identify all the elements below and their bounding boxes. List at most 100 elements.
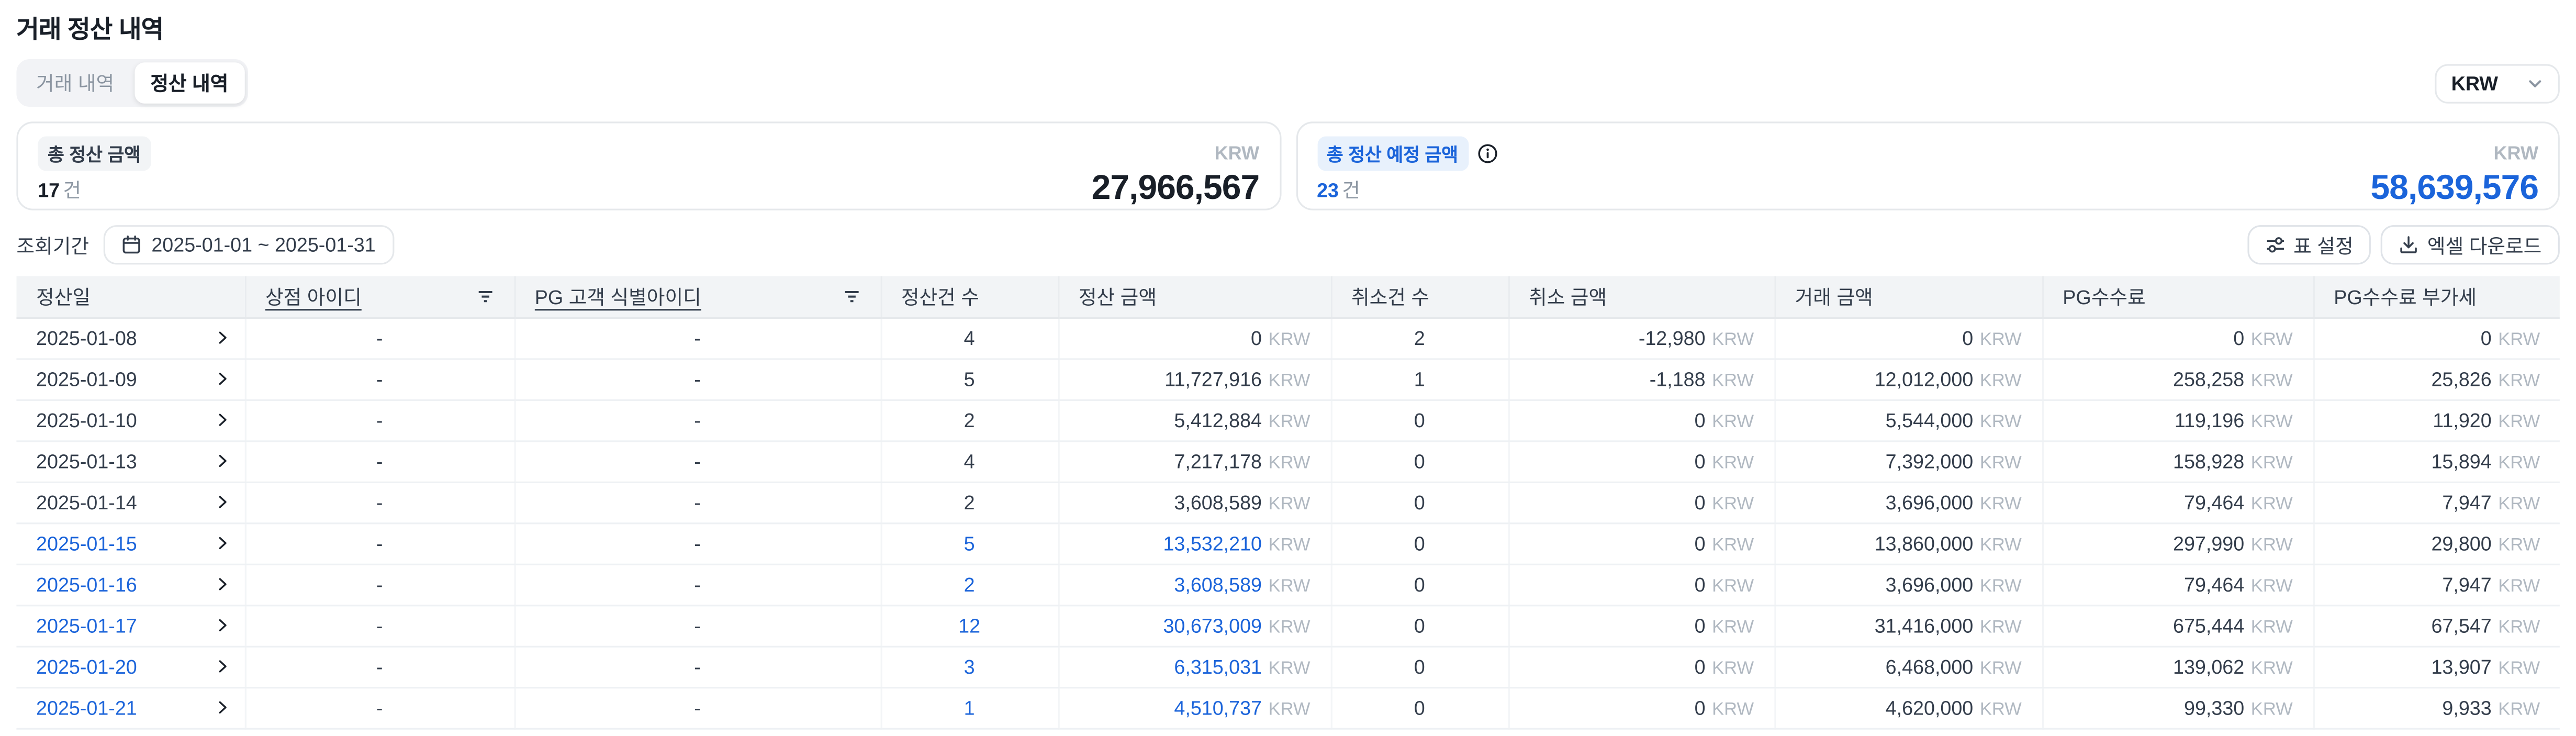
merchant-id-cell: - bbox=[245, 687, 514, 728]
table-row[interactable]: 2025-01-13--47,217,178KRW00KRW7,392,000K… bbox=[16, 440, 2559, 481]
excel-download-button[interactable]: 엑셀 다운로드 bbox=[2381, 225, 2560, 264]
card-count: 17 bbox=[38, 179, 60, 202]
filter-bar: 조회기간 2025-01-01 ~ 2025-01-31 표 설정 엑셀 다운로… bbox=[0, 225, 2576, 264]
currency-suffix: KRW bbox=[1712, 617, 1754, 637]
chevron-right-icon[interactable] bbox=[215, 618, 229, 632]
currency-suffix: KRW bbox=[1980, 658, 2022, 678]
chevron-right-icon[interactable] bbox=[215, 659, 229, 674]
settle-date-cell[interactable]: 2025-01-17 bbox=[16, 605, 244, 645]
cancel-count-cell: 0 bbox=[1331, 399, 1508, 440]
col-header-merchant-id[interactable]: 상점 아이디 bbox=[245, 276, 514, 317]
settle-count-cell: 3 bbox=[881, 646, 1058, 687]
tab-settlements[interactable]: 정산 내역 bbox=[134, 62, 245, 103]
currency-suffix: KRW bbox=[2498, 411, 2540, 431]
col-header-pg-customer-id[interactable]: PG 고객 식별아이디 bbox=[514, 276, 881, 317]
col-header-cancel-count: 취소건 수 bbox=[1331, 276, 1508, 317]
col-header-settle-count: 정산건 수 bbox=[881, 276, 1058, 317]
filter-lines-icon[interactable] bbox=[842, 287, 860, 306]
pg-fee-cell: 139,062KRW bbox=[2042, 646, 2313, 687]
card-count-unit: 건 bbox=[1342, 179, 1360, 202]
currency-suffix: KRW bbox=[2498, 617, 2540, 637]
table-row[interactable]: 2025-01-08--40KRW2-12,980KRW0KRW0KRW0KRW bbox=[16, 317, 2559, 358]
chevron-right-icon[interactable] bbox=[215, 577, 229, 592]
table-settings-button[interactable]: 표 설정 bbox=[2247, 225, 2371, 264]
chevron-down-icon bbox=[2527, 75, 2543, 91]
currency-suffix: KRW bbox=[1980, 371, 2022, 391]
currency-suffix: KRW bbox=[2251, 329, 2293, 349]
currency-suffix: KRW bbox=[2251, 371, 2293, 391]
cancel-amount-cell: -1,188KRW bbox=[1508, 358, 1775, 399]
settle-date-cell[interactable]: 2025-01-14 bbox=[16, 482, 244, 522]
pg-fee-cell: 158,928KRW bbox=[2042, 440, 2313, 481]
table-row[interactable]: 2025-01-20--36,315,031KRW00KRW6,468,000K… bbox=[16, 646, 2559, 687]
date-range-picker[interactable]: 2025-01-01 ~ 2025-01-31 bbox=[104, 225, 394, 264]
table-row[interactable]: 2025-01-15--513,532,210KRW00KRW13,860,00… bbox=[16, 522, 2559, 563]
settle-date-cell[interactable]: 2025-01-10 bbox=[16, 399, 244, 440]
currency-suffix: KRW bbox=[2498, 329, 2540, 349]
table-row[interactable]: 2025-01-17--1230,673,009KRW00KRW31,416,0… bbox=[16, 605, 2559, 645]
settle-date: 2025-01-14 bbox=[36, 490, 137, 514]
cancel-count-cell: 0 bbox=[1331, 564, 1508, 605]
cancel-amount-cell: 0KRW bbox=[1508, 646, 1775, 687]
txn-amount-cell: 3,696,000KRW bbox=[1774, 482, 2042, 522]
currency-select[interactable]: KRW bbox=[2435, 63, 2560, 103]
settle-date-cell[interactable]: 2025-01-21 bbox=[16, 687, 244, 728]
chevron-right-icon[interactable] bbox=[215, 700, 229, 715]
chevron-right-icon[interactable] bbox=[215, 453, 229, 468]
col-header-settle-date: 정산일 bbox=[16, 276, 244, 317]
table-row[interactable]: 2025-01-10--25,412,884KRW00KRW5,544,000K… bbox=[16, 399, 2559, 440]
settle-date-cell[interactable]: 2025-01-20 bbox=[16, 646, 244, 687]
currency-suffix: KRW bbox=[2498, 658, 2540, 678]
currency-suffix: KRW bbox=[1980, 329, 2022, 349]
merchant-id-cell: - bbox=[245, 482, 514, 522]
currency-suffix: KRW bbox=[1980, 411, 2022, 431]
settle-amount-cell: 30,673,009KRW bbox=[1058, 605, 1331, 645]
settle-count-cell: 1 bbox=[881, 687, 1058, 728]
txn-amount-cell: 3,696,000KRW bbox=[1774, 564, 2042, 605]
cancel-amount-cell: 0KRW bbox=[1508, 522, 1775, 563]
settle-date-cell[interactable]: 2025-01-13 bbox=[16, 440, 244, 481]
card-count-unit: 건 bbox=[63, 179, 81, 202]
chevron-right-icon[interactable] bbox=[215, 330, 229, 345]
table-row[interactable]: 2025-01-16--23,608,589KRW00KRW3,696,000K… bbox=[16, 564, 2559, 605]
excel-download-label: 엑셀 다운로드 bbox=[2427, 231, 2541, 259]
currency-suffix: KRW bbox=[1269, 535, 1311, 555]
currency-suffix: KRW bbox=[2498, 371, 2540, 391]
tab-transactions[interactable]: 거래 내역 bbox=[20, 62, 131, 103]
topbar: 거래 내역 정산 내역 KRW bbox=[0, 59, 2576, 107]
card-currency-label: KRW bbox=[2493, 144, 2538, 164]
chevron-right-icon[interactable] bbox=[215, 536, 229, 550]
cancel-amount-cell: -12,980KRW bbox=[1508, 317, 1775, 358]
settle-count-cell: 2 bbox=[881, 564, 1058, 605]
pg-fee-vat-cell: 25,826KRW bbox=[2313, 358, 2560, 399]
currency-suffix: KRW bbox=[1269, 494, 1311, 514]
currency-suffix: KRW bbox=[2251, 411, 2293, 431]
settle-date: 2025-01-17 bbox=[36, 614, 137, 637]
cancel-amount-cell: 0KRW bbox=[1508, 687, 1775, 728]
pg-fee-vat-cell: 0KRW bbox=[2313, 317, 2560, 358]
settle-date: 2025-01-13 bbox=[36, 450, 137, 473]
currency-suffix: KRW bbox=[2498, 699, 2540, 719]
settle-date-cell[interactable]: 2025-01-16 bbox=[16, 564, 244, 605]
txn-amount-cell: 7,392,000KRW bbox=[1774, 440, 2042, 481]
settle-date-cell[interactable]: 2025-01-08 bbox=[16, 317, 244, 358]
chevron-right-icon[interactable] bbox=[215, 412, 229, 427]
pg-customer-id-cell: - bbox=[514, 646, 881, 687]
settle-date-cell[interactable]: 2025-01-15 bbox=[16, 522, 244, 563]
calendar-icon bbox=[122, 235, 142, 255]
table-row[interactable]: 2025-01-14--23,608,589KRW00KRW3,696,000K… bbox=[16, 482, 2559, 522]
chevron-right-icon[interactable] bbox=[215, 371, 229, 386]
settle-amount-cell: 13,532,210KRW bbox=[1058, 522, 1331, 563]
merchant-id-cell: - bbox=[245, 646, 514, 687]
currency-suffix: KRW bbox=[1712, 329, 1754, 349]
col-header-txn-amount: 거래 금액 bbox=[1774, 276, 2042, 317]
settle-date: 2025-01-15 bbox=[36, 532, 137, 555]
table-row[interactable]: 2025-01-09--511,727,916KRW1-1,188KRW12,0… bbox=[16, 358, 2559, 399]
table-row[interactable]: 2025-01-21--14,510,737KRW00KRW4,620,000K… bbox=[16, 687, 2559, 728]
info-icon[interactable] bbox=[1476, 143, 1498, 164]
cancel-amount-cell: 0KRW bbox=[1508, 399, 1775, 440]
cancel-amount-cell: 0KRW bbox=[1508, 564, 1775, 605]
filter-lines-icon[interactable] bbox=[476, 287, 494, 306]
settle-date-cell[interactable]: 2025-01-09 bbox=[16, 358, 244, 399]
chevron-right-icon[interactable] bbox=[215, 495, 229, 509]
